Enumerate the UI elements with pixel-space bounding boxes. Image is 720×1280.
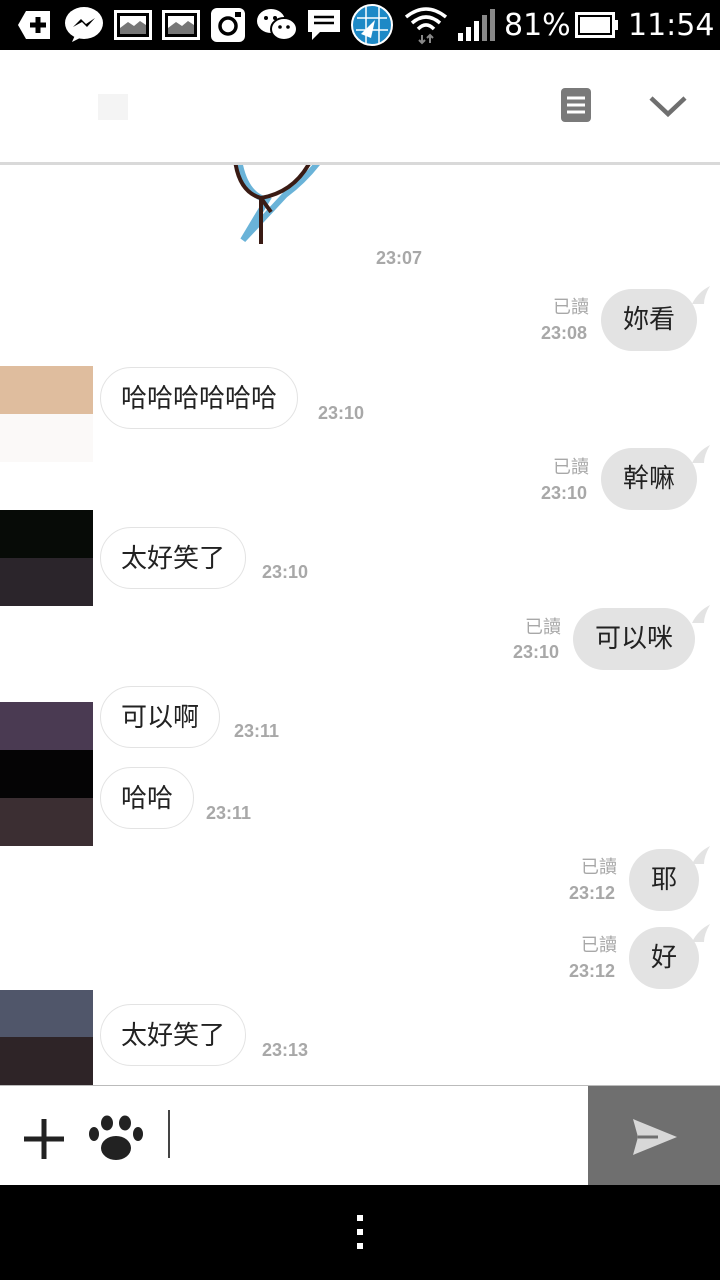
- incoming-message-bubble[interactable]: 可以啊: [100, 686, 221, 748]
- message-icon: [305, 7, 343, 43]
- message-time: 23:11: [206, 803, 252, 823]
- outgoing-message-bubble[interactable]: 好: [629, 927, 700, 989]
- instagram-icon: [208, 7, 248, 43]
- read-receipt: 已讀: [553, 297, 589, 318]
- list-icon[interactable]: [560, 87, 592, 123]
- text-cursor: [168, 1110, 170, 1158]
- signal-icon: [456, 7, 496, 43]
- image-icon: [161, 7, 201, 43]
- status-bar: 81% 11:54: [0, 0, 720, 50]
- read-receipt: 已讀: [581, 935, 617, 956]
- bubble-tail: [692, 286, 710, 304]
- navigation-bar: [0, 1185, 720, 1280]
- message-time: 23:08: [541, 323, 588, 343]
- wifi-icon: [404, 7, 448, 45]
- read-receipt: 已讀: [581, 857, 617, 878]
- message-input[interactable]: [172, 1108, 582, 1164]
- read-receipt: 已讀: [525, 617, 561, 638]
- add-icon: [18, 7, 54, 43]
- read-receipt: 已讀: [553, 457, 589, 478]
- clock: 11:54: [628, 8, 715, 43]
- chat-messages[interactable]: 23:07 已讀 23:08 妳看 哈哈哈哈哈哈 23:10 已讀 23:10 …: [0, 165, 720, 1085]
- outgoing-message-bubble[interactable]: 幹嘛: [601, 448, 698, 510]
- message-time: 23:10: [262, 562, 309, 582]
- wechat-icon: [256, 7, 298, 43]
- bubble-tail: [692, 924, 710, 942]
- bubble-tail: [692, 605, 710, 623]
- avatar[interactable]: [0, 702, 93, 846]
- incoming-message-bubble[interactable]: 哈哈: [100, 767, 195, 829]
- message-time: 23:12: [569, 883, 616, 903]
- outgoing-message-bubble[interactable]: 耶: [629, 849, 700, 911]
- message-time: 23:10: [541, 483, 588, 503]
- message-input-bar: [0, 1085, 720, 1186]
- chat-header: [0, 50, 720, 165]
- bubble-tail: [692, 846, 710, 864]
- message-time: 23:07: [376, 248, 423, 268]
- message-time: 23:13: [262, 1040, 309, 1060]
- battery-icon: [575, 7, 619, 43]
- overflow-menu-icon[interactable]: [350, 1213, 370, 1251]
- message-time: 23:12: [569, 961, 616, 981]
- paw-icon[interactable]: [88, 1115, 144, 1161]
- message-time: 23:11: [234, 721, 280, 741]
- bubble-tail: [692, 445, 710, 463]
- incoming-message-bubble[interactable]: 哈哈哈哈哈哈: [100, 367, 299, 429]
- incoming-message-bubble[interactable]: 太好笑了: [100, 527, 247, 589]
- messenger-icon: [64, 7, 104, 43]
- incoming-message-bubble[interactable]: 太好笑了: [100, 1004, 247, 1066]
- outgoing-message-bubble[interactable]: 妳看: [601, 289, 698, 351]
- sticker-image[interactable]: [225, 165, 335, 255]
- image-icon: [113, 7, 153, 43]
- browser-icon: [351, 4, 393, 46]
- send-button[interactable]: [588, 1086, 720, 1186]
- message-time: 23:10: [318, 403, 365, 423]
- outgoing-message-bubble[interactable]: 可以咪: [573, 608, 696, 670]
- chevron-down-icon[interactable]: [648, 94, 688, 118]
- header-title-placeholder: [98, 94, 128, 120]
- plus-icon[interactable]: [22, 1117, 66, 1161]
- avatar[interactable]: [0, 990, 93, 1085]
- message-time: 23:10: [513, 642, 560, 662]
- send-icon: [633, 1119, 677, 1155]
- battery-percent: 81%: [504, 8, 571, 43]
- avatar[interactable]: [0, 510, 93, 606]
- avatar[interactable]: [0, 366, 93, 462]
